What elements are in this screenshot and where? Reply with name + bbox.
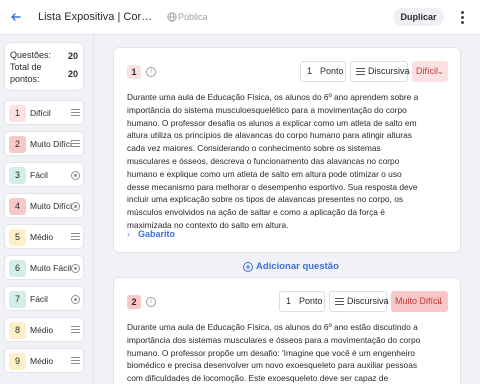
lines-icon (71, 233, 80, 242)
question-number: 9 (9, 353, 26, 370)
difficulty-select[interactable]: Difícil ⌄ (412, 61, 448, 82)
info-icon[interactable]: i (146, 297, 156, 307)
question-list-item[interactable]: 3 Fácil (4, 162, 84, 187)
question-list-item[interactable]: 9 Médio (4, 348, 84, 373)
difficulty-value: Muito Difícil (395, 296, 442, 306)
question-card: 2 i 1 Ponto Discursiva Muito Difícil ⌄ D… (113, 277, 461, 384)
points-value: 1 (307, 66, 313, 76)
questions-count-label: Questões: (10, 50, 52, 60)
question-text: Durante uma aula de Educação Física, os … (127, 322, 421, 384)
lines-icon (356, 68, 365, 75)
question-number: 8 (9, 322, 26, 339)
page-title: Lista Expositiva | Corpo Humano (38, 11, 158, 23)
lines-icon (71, 140, 80, 149)
difficulty-label: Difícil (30, 108, 51, 118)
answer-key-toggle[interactable]: › Gabarito (127, 229, 175, 239)
difficulty-label: Muito Difícil (30, 201, 72, 211)
question-number: 2 (127, 295, 141, 309)
question-number: 7 (9, 291, 26, 308)
answer-key-label: Gabarito (138, 229, 176, 239)
difficulty-select[interactable]: Muito Difícil ⌄ (391, 291, 448, 312)
add-question-button[interactable]: + Adicionar questão (243, 261, 339, 272)
question-type: Discursiva (368, 66, 410, 76)
arrow-left-icon[interactable] (7, 8, 25, 26)
vertical-dots-icon[interactable] (455, 9, 469, 25)
radio-icon (71, 202, 80, 211)
radio-icon (71, 264, 80, 273)
question-text: Durante uma aula de Educação Física, os … (127, 92, 419, 230)
radio-icon (71, 171, 80, 180)
difficulty-label: Fácil (30, 170, 48, 180)
lines-icon (335, 298, 344, 305)
question-number: 3 (9, 167, 26, 184)
question-list-item[interactable]: 1 Difícil (4, 100, 84, 125)
summary-panel: Questões: 20 Total de pontos: 20 (4, 42, 84, 91)
visibility-status: Pública (178, 12, 208, 22)
question-list-item[interactable]: 5 Médio (4, 224, 84, 249)
question-list-item[interactable]: 8 Médio (4, 317, 84, 342)
points-total-label: Total de pontos: (10, 62, 42, 84)
questions-count-value: 20 (67, 51, 78, 61)
question-card: 1 i 1 Ponto Discursiva Difícil ⌄ Durante… (113, 47, 461, 253)
question-list-item[interactable]: 2 Muito Difícil (4, 131, 84, 156)
question-list-item[interactable]: 4 Muito Difícil (4, 193, 84, 218)
question-number: 5 (9, 229, 26, 246)
points-value: 1 (286, 296, 292, 306)
difficulty-label: Fácil (30, 294, 48, 304)
duplicate-button[interactable]: Duplicar (393, 8, 444, 26)
question-number: 1 (9, 105, 26, 122)
question-type: Discursiva (347, 296, 389, 306)
difficulty-label: Muito Difícil (30, 139, 72, 149)
lines-icon (71, 109, 80, 118)
difficulty-label: Muito Fácil (30, 263, 72, 273)
points-total-value: 20 (67, 69, 78, 79)
question-list-item[interactable]: 6 Muito Fácil (4, 255, 84, 280)
question-number: 6 (9, 260, 26, 277)
points-field[interactable]: 1 Ponto (279, 291, 325, 312)
chevron-right-icon: › (127, 229, 130, 239)
question-number: 2 (9, 136, 26, 153)
points-field[interactable]: 1 Ponto (300, 61, 346, 82)
chevron-down-icon: ⌄ (437, 297, 444, 306)
top-bar: Lista Expositiva | Corpo Humano Pública … (0, 0, 480, 35)
sidebar-divider (93, 35, 94, 384)
question-number: 4 (9, 198, 26, 215)
question-type-select[interactable]: Discursiva (329, 291, 389, 312)
question-type-select[interactable]: Discursiva (350, 61, 410, 82)
question-number: 1 (127, 65, 141, 79)
difficulty-label: Médio (30, 232, 54, 242)
info-icon[interactable]: i (146, 67, 156, 77)
difficulty-label: Médio (30, 325, 54, 335)
radio-icon (71, 295, 80, 304)
question-list-item[interactable]: 7 Fácil (4, 286, 84, 311)
points-unit: Ponto (299, 296, 323, 306)
chevron-down-icon: ⌄ (437, 67, 444, 76)
add-question-label: Adicionar questão (256, 261, 339, 272)
points-unit: Ponto (320, 66, 344, 76)
lines-icon (71, 326, 80, 335)
difficulty-value: Difícil (416, 66, 438, 76)
difficulty-label: Médio (30, 356, 54, 366)
lines-icon (71, 357, 80, 366)
globe-icon (167, 12, 177, 22)
plus-circle-icon: + (243, 262, 253, 272)
